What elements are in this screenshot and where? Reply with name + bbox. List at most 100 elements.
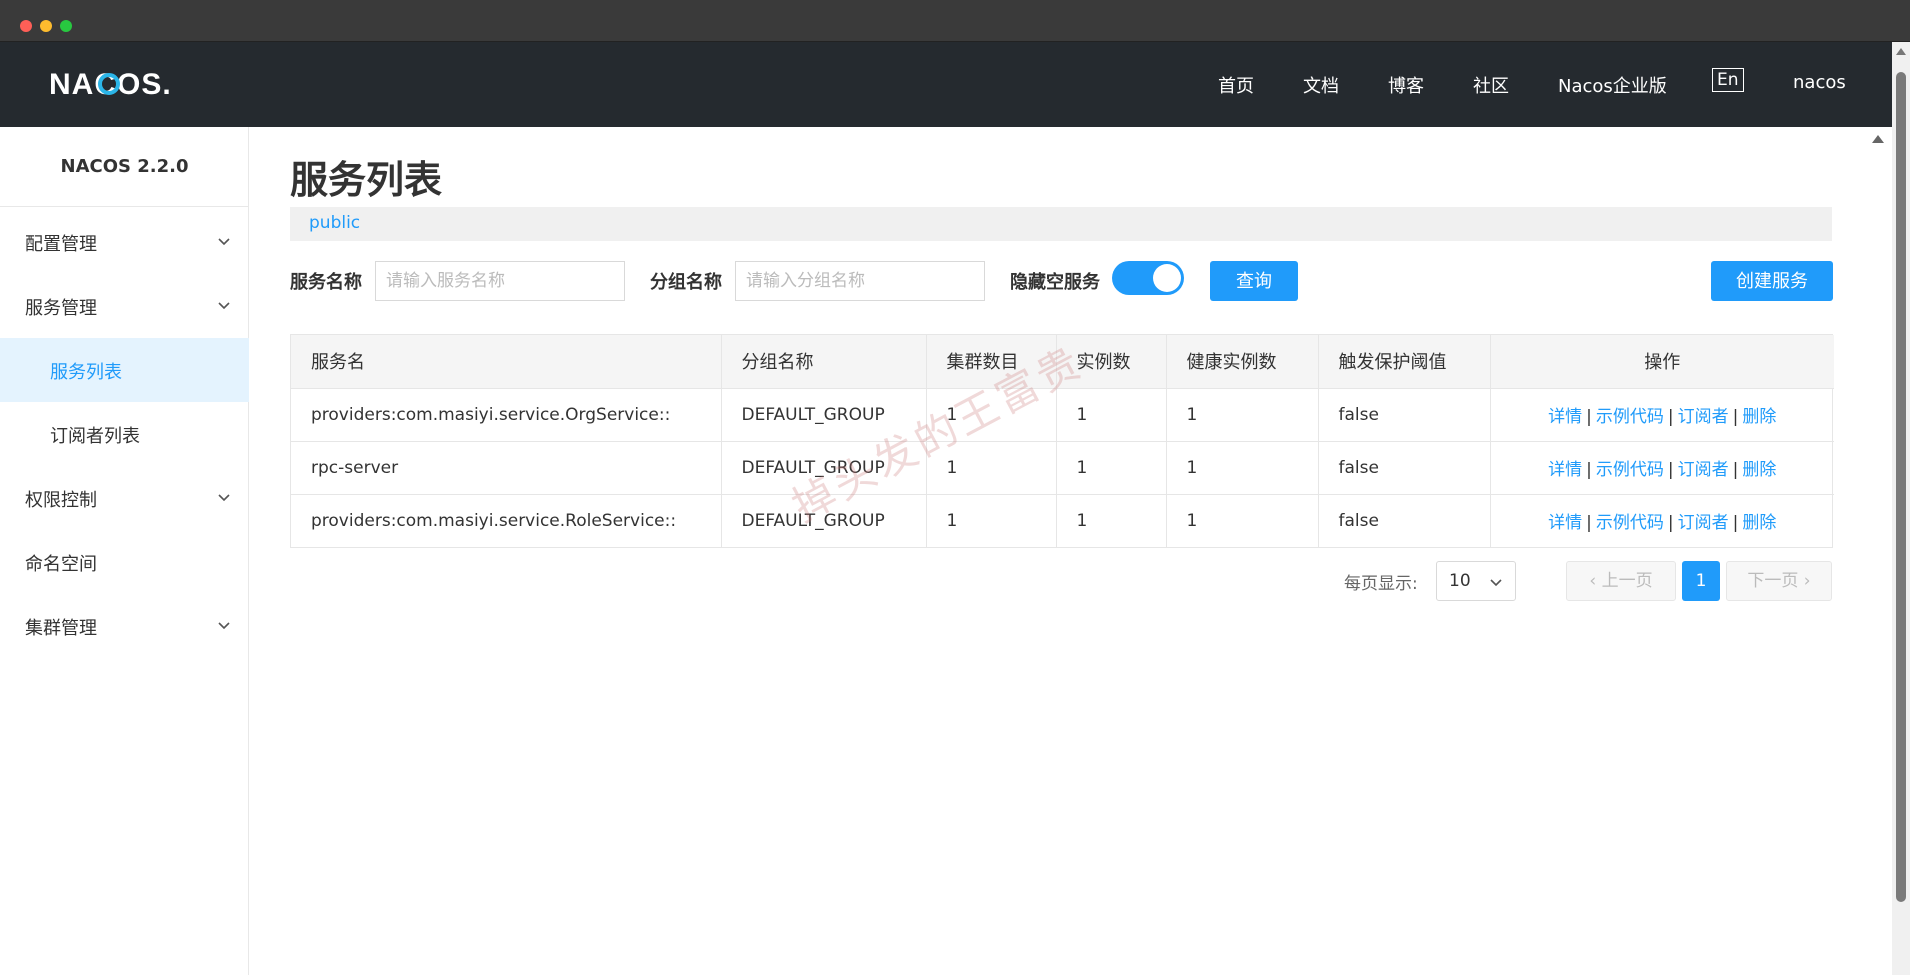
sidebar-item-service-management[interactable]: 服务管理 — [0, 274, 249, 338]
column-header: 触发保护阈值 — [1318, 335, 1491, 389]
sidebar-item-label: 配置管理 — [25, 234, 97, 255]
sidebar: NACOS 2.2.0 配置管理 服务管理 服务列表 订阅者列表 权限控制 命名… — [0, 127, 249, 975]
column-header: 服务名 — [291, 335, 722, 389]
delete-link[interactable]: 删除 — [1742, 513, 1776, 533]
prev-page-button[interactable]: ‹ 上一页 — [1566, 561, 1676, 601]
service-name-cell: providers:com.masiyi.service.RoleService… — [291, 494, 722, 547]
instance-count-cell: 1 — [1056, 441, 1167, 495]
healthy-instance-count-cell: 1 — [1166, 441, 1319, 495]
detail-link[interactable]: 详情 — [1548, 513, 1582, 533]
chevron-down-icon — [218, 494, 230, 502]
sidebar-item-config-management[interactable]: 配置管理 — [0, 210, 249, 274]
page-size-select[interactable]: 10 — [1436, 561, 1516, 601]
minimize-window-button[interactable] — [40, 20, 52, 32]
column-header: 集群数目 — [926, 335, 1057, 389]
window-titlebar — [0, 0, 1910, 42]
instance-count-cell: 1 — [1056, 388, 1167, 442]
column-header: 健康实例数 — [1166, 335, 1319, 389]
sidebar-item-namespace[interactable]: 命名空间 — [0, 530, 249, 594]
separator: | — [1732, 513, 1739, 534]
current-page-button[interactable]: 1 — [1682, 561, 1720, 601]
nav-blog-link[interactable]: 博客 — [1388, 72, 1424, 98]
user-menu[interactable]: nacos — [1793, 72, 1846, 93]
service-table: 服务名 分组名称 集群数目 实例数 健康实例数 触发保护阈值 操作 provid… — [290, 334, 1834, 548]
column-header: 实例数 — [1056, 335, 1167, 389]
sidebar-item-subscriber-list[interactable]: 订阅者列表 — [0, 402, 249, 466]
chevron-down-icon — [218, 622, 230, 630]
create-service-button[interactable]: 创建服务 — [1711, 261, 1833, 301]
group-name-input[interactable] — [735, 261, 985, 301]
maximize-window-button[interactable] — [60, 20, 72, 32]
sidebar-item-access-control[interactable]: 权限控制 — [0, 466, 249, 530]
table-header-row: 服务名 分组名称 集群数目 实例数 健康实例数 触发保护阈值 操作 — [291, 335, 1834, 389]
instance-count-cell: 1 — [1056, 494, 1167, 547]
detail-link[interactable]: 详情 — [1548, 460, 1582, 480]
column-header: 分组名称 — [721, 335, 927, 389]
nav-community-link[interactable]: 社区 — [1473, 72, 1509, 98]
service-name-label: 服务名称 — [290, 272, 362, 293]
subscribers-link[interactable]: 订阅者 — [1678, 513, 1729, 533]
separator: | — [1667, 460, 1674, 480]
chevron-down-icon — [218, 302, 230, 310]
language-switch-button[interactable]: En — [1712, 68, 1744, 92]
separator: | — [1586, 460, 1592, 480]
column-header: 操作 — [1490, 335, 1834, 389]
detail-link[interactable]: 详情 — [1548, 407, 1582, 427]
cluster-count-cell: 1 — [926, 494, 1057, 547]
service-name-cell: rpc-server — [291, 441, 722, 495]
actions-cell: 详情 | 示例代码 | 订阅者 | 删除 — [1490, 388, 1834, 442]
group-name-cell: DEFAULT_GROUP — [721, 388, 927, 442]
sample-code-link[interactable]: 示例代码 — [1596, 513, 1664, 533]
protect-threshold-cell: false — [1318, 441, 1491, 495]
page-size-value: 10 — [1449, 571, 1471, 591]
hide-empty-service-toggle[interactable] — [1112, 261, 1184, 295]
healthy-instance-count-cell: 1 — [1166, 494, 1319, 547]
protect-threshold-cell: false — [1318, 388, 1491, 442]
separator: | — [1586, 513, 1592, 534]
cluster-count-cell: 1 — [926, 441, 1057, 495]
sidebar-item-cluster-management[interactable]: 集群管理 — [0, 594, 249, 658]
cluster-count-cell: 1 — [926, 388, 1057, 442]
separator: | — [1586, 407, 1592, 427]
subscribers-link[interactable]: 订阅者 — [1678, 407, 1729, 427]
chevron-left-icon: ‹ — [1589, 571, 1602, 591]
page-title: 服务列表 — [290, 158, 443, 202]
scroll-up-arrow-icon[interactable] — [1872, 135, 1884, 143]
main-content: 服务列表 public 服务名称 分组名称 隐藏空服务 查询 创建服务 服务名 … — [250, 127, 1890, 975]
sample-code-link[interactable]: 示例代码 — [1596, 407, 1664, 427]
prev-page-label: 上一页 — [1601, 571, 1653, 591]
sidebar-item-label: 订阅者列表 — [50, 426, 140, 447]
subscribers-link[interactable]: 订阅者 — [1678, 460, 1729, 480]
healthy-instance-count-cell: 1 — [1166, 388, 1319, 442]
svg-text:NACOS.: NACOS. — [49, 68, 172, 101]
scrollbar-thumb[interactable] — [1896, 72, 1906, 902]
table-row: providers:com.masiyi.service.RoleService… — [291, 494, 1834, 547]
sidebar-item-label: 集群管理 — [25, 618, 97, 639]
next-page-button[interactable]: 下一页 › — [1726, 561, 1832, 601]
nacos-logo[interactable]: NACOS. — [49, 66, 179, 102]
hide-empty-service-label: 隐藏空服务 — [1010, 272, 1100, 293]
namespace-bar: public — [290, 207, 1832, 241]
scroll-up-arrow-icon[interactable] — [1896, 48, 1906, 55]
version-label: NACOS 2.2.0 — [0, 127, 249, 207]
nav-enterprise-link[interactable]: Nacos企业版 — [1558, 72, 1667, 98]
sidebar-item-label: 命名空间 — [25, 554, 97, 575]
chevron-down-icon — [1490, 579, 1502, 587]
sidebar-item-label: 服务管理 — [25, 298, 97, 319]
nav-docs-link[interactable]: 文档 — [1303, 72, 1339, 98]
service-name-input[interactable] — [375, 261, 625, 301]
separator: | — [1732, 460, 1739, 480]
sidebar-item-label: 服务列表 — [50, 362, 122, 383]
sample-code-link[interactable]: 示例代码 — [1596, 460, 1664, 480]
close-window-button[interactable] — [20, 20, 32, 32]
chevron-right-icon: › — [1798, 571, 1811, 591]
table-row: providers:com.masiyi.service.OrgService:… — [291, 388, 1834, 442]
nav-home-link[interactable]: 首页 — [1218, 72, 1254, 98]
window-scrollbar[interactable] — [1892, 42, 1910, 975]
query-button[interactable]: 查询 — [1210, 261, 1298, 301]
sidebar-item-service-list[interactable]: 服务列表 — [0, 338, 249, 402]
delete-link[interactable]: 删除 — [1742, 407, 1776, 427]
group-name-cell: DEFAULT_GROUP — [721, 441, 927, 495]
namespace-public-link[interactable]: public — [309, 213, 360, 233]
delete-link[interactable]: 删除 — [1742, 460, 1776, 480]
